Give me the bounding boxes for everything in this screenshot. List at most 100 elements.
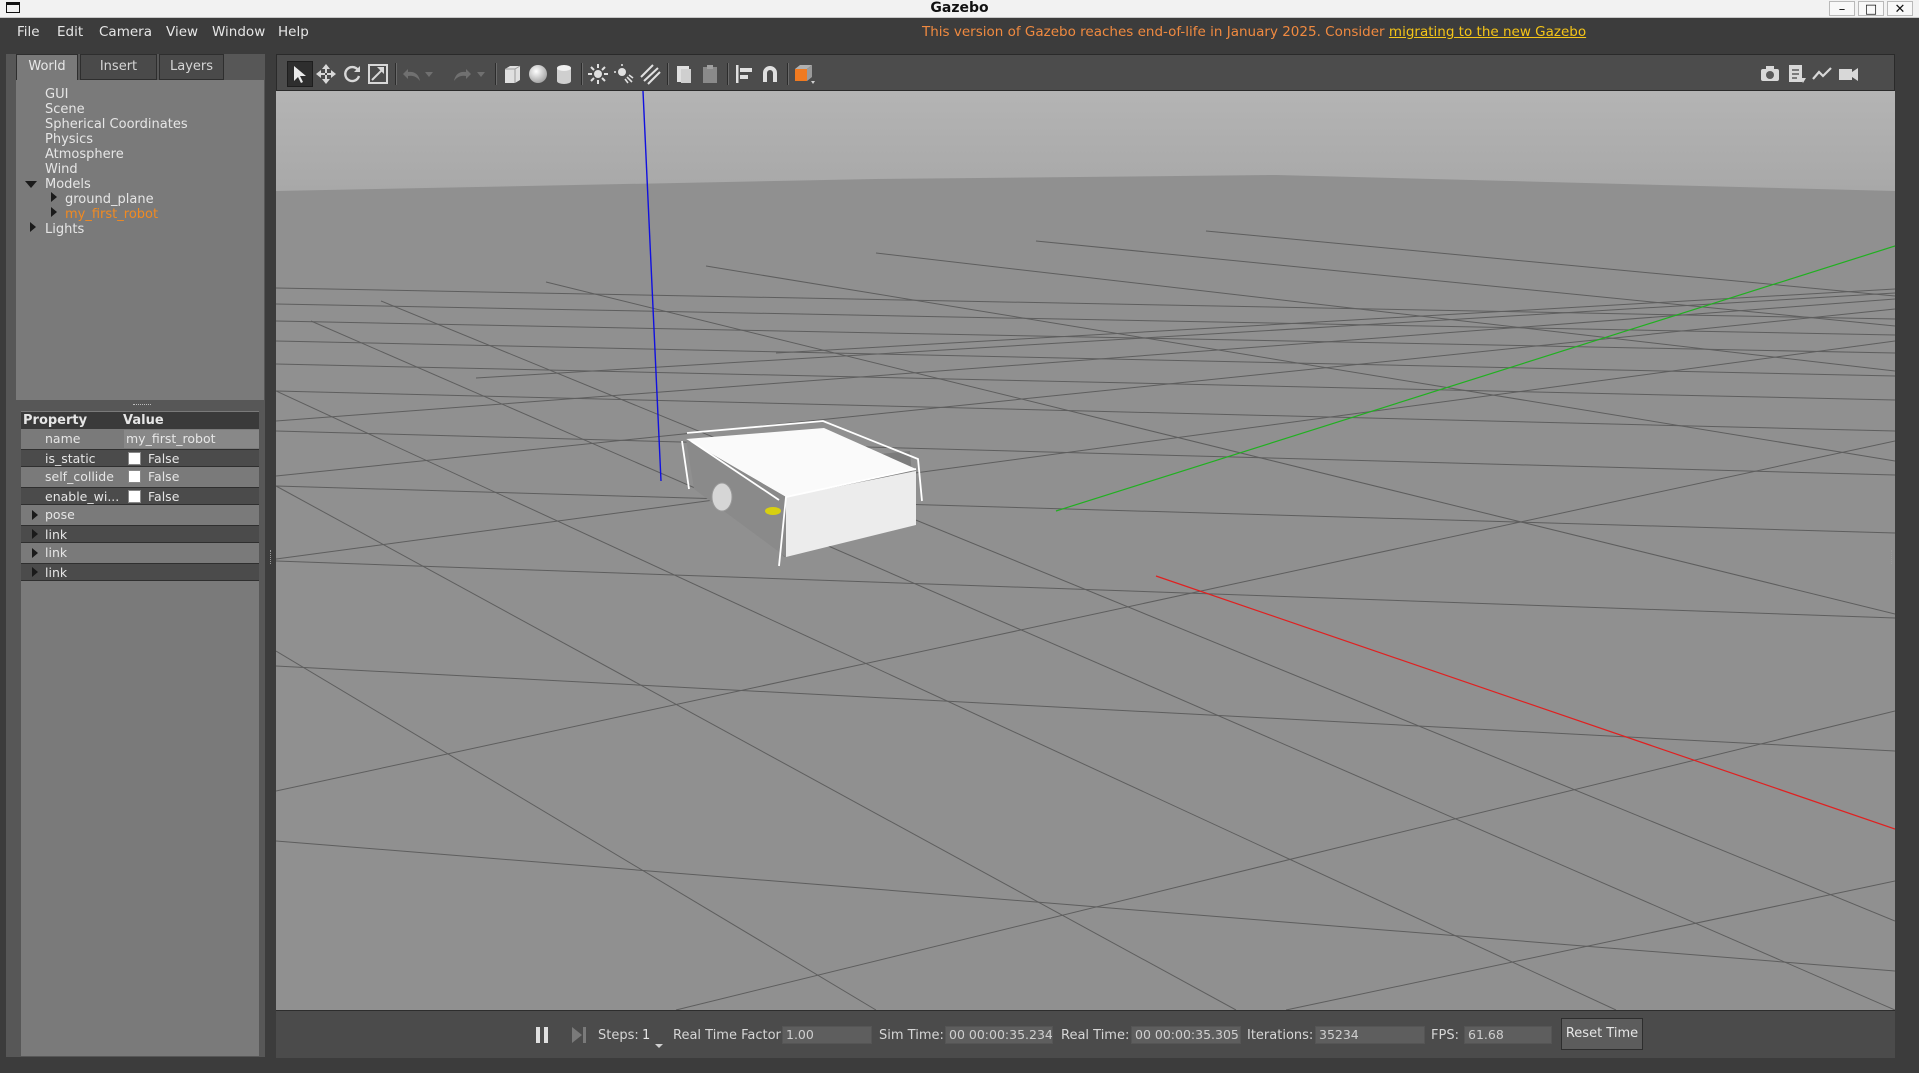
eol-notice: This version of Gazebo reaches end-of-li… [922,23,1586,41]
steps-value[interactable]: 1 [642,1028,650,1044]
toolbar-separator [727,63,729,85]
menubar: File Edit Camera View Window Help This v… [0,18,1919,46]
collapsed-arrow-icon[interactable] [30,222,36,232]
tab-layers[interactable]: Layers [159,54,224,80]
property-table-header: Property Value [21,412,259,429]
left-panel-resize-handle[interactable] [270,550,274,564]
collapsed-arrow-icon[interactable] [32,510,38,520]
collapsed-arrow-icon[interactable] [32,567,38,577]
tree-item-gui[interactable]: GUI [45,87,68,102]
scale-mode-icon[interactable] [365,61,391,87]
iterations-field: 35234 [1315,1026,1425,1044]
expanded-arrow-icon[interactable] [25,181,37,188]
property-key: enable_wi... [45,489,120,504]
time-panel: Steps: 1 Real Time Factor: 1.00 Sim Time… [276,1010,1895,1058]
sky-background [276,91,1895,191]
close-button[interactable]: ✕ [1887,1,1913,17]
tree-item-models[interactable]: Models [45,177,91,192]
undo-icon[interactable] [399,61,425,87]
screenshot-icon[interactable] [1757,61,1783,87]
collapsed-arrow-icon[interactable] [32,548,38,558]
sim-time-field: 00 00:00:35.234 [945,1026,1053,1044]
menu-camera[interactable]: Camera [99,23,152,41]
menu-help[interactable]: Help [278,23,309,41]
fps-label: FPS: [1431,1028,1459,1043]
toolbar [276,54,1895,91]
toolbar-separator [787,63,789,85]
checkbox-label: False [148,469,180,484]
menu-edit[interactable]: Edit [57,23,83,41]
translate-mode-icon[interactable] [313,61,339,87]
tree-item-spherical-coordinates[interactable]: Spherical Coordinates [45,117,188,132]
sphere-shape-icon[interactable] [525,61,551,87]
maximize-button[interactable]: □ [1858,1,1884,17]
collapsed-arrow-icon[interactable] [32,529,38,539]
self-collide-checkbox[interactable] [128,470,141,483]
panel-splitter[interactable] [133,404,151,405]
property-group-link[interactable]: link [21,563,259,581]
box-shape-icon[interactable] [499,61,525,87]
is-static-checkbox[interactable] [128,452,141,465]
align-icon[interactable] [731,61,757,87]
log-icon[interactable] [1783,61,1809,87]
property-row-enable-wind: enable_wi... False [21,487,259,505]
menu-file[interactable]: File [17,23,40,41]
point-light-icon[interactable] [585,61,611,87]
snap-magnet-icon[interactable] [757,61,783,87]
pause-icon[interactable] [534,1026,550,1044]
tab-world[interactable]: World [16,54,78,80]
property-key: pose [45,507,75,522]
property-key: link [45,565,68,580]
tree-item-my-first-robot[interactable]: my_first_robot [65,207,158,222]
collapsed-arrow-icon[interactable] [51,192,57,202]
enable-wind-checkbox[interactable] [128,490,141,503]
property-group-pose[interactable]: pose [21,506,259,524]
menu-window[interactable]: Window [212,23,265,41]
window-titlebar: Gazebo – □ ✕ [0,0,1919,18]
collapsed-arrow-icon[interactable] [51,207,57,217]
step-icon[interactable] [571,1026,587,1044]
minimize-button[interactable]: – [1829,1,1855,17]
tree-item-lights[interactable]: Lights [45,222,84,237]
steps-label: Steps: [598,1028,639,1043]
record-video-icon[interactable] [1835,61,1861,87]
undo-history-icon[interactable] [423,61,435,87]
3d-scene[interactable] [276,91,1895,1010]
property-key: self_collide [45,469,114,484]
tree-item-physics[interactable]: Physics [45,132,93,147]
property-key: name [45,431,81,446]
property-group-link[interactable]: link [21,525,259,543]
tree-item-scene[interactable]: Scene [45,102,85,117]
real-time-field: 00 00:00:35.305 [1131,1026,1241,1044]
right-panel-resize-handle[interactable] [1891,550,1895,564]
steps-dropdown-icon[interactable] [655,1034,663,1053]
menu-view[interactable]: View [166,23,198,41]
directional-light-icon[interactable] [637,61,663,87]
world-tree: GUI Scene Spherical Coordinates Physics … [16,80,264,400]
property-key: link [45,545,68,560]
3d-viewport[interactable] [276,91,1895,1010]
property-value: False [124,468,259,486]
cylinder-shape-icon[interactable] [551,61,577,87]
value-column-header: Value [123,413,164,428]
toolbar-separator [581,63,583,85]
paste-icon[interactable] [697,61,723,87]
view-angle-icon[interactable] [791,61,817,87]
copy-icon[interactable] [671,61,697,87]
name-value-field[interactable]: my_first_robot [124,430,259,448]
redo-history-icon[interactable] [475,61,487,87]
redo-icon[interactable] [449,61,475,87]
tree-item-atmosphere[interactable]: Atmosphere [45,147,124,162]
tree-item-ground-plane[interactable]: ground_plane [65,192,154,207]
select-mode-icon[interactable] [287,61,313,87]
checkbox-label: False [148,489,180,504]
real-time-factor-label: Real Time Factor: [673,1028,786,1043]
eol-migration-link[interactable]: migrating to the new Gazebo [1389,24,1586,40]
spot-light-icon[interactable] [611,61,637,87]
tab-insert[interactable]: Insert [80,54,157,80]
property-group-link[interactable]: link [21,544,259,562]
tree-item-wind[interactable]: Wind [45,162,78,177]
plot-icon[interactable] [1809,61,1835,87]
reset-time-button[interactable]: Reset Time [1561,1018,1643,1050]
rotate-mode-icon[interactable] [339,61,365,87]
